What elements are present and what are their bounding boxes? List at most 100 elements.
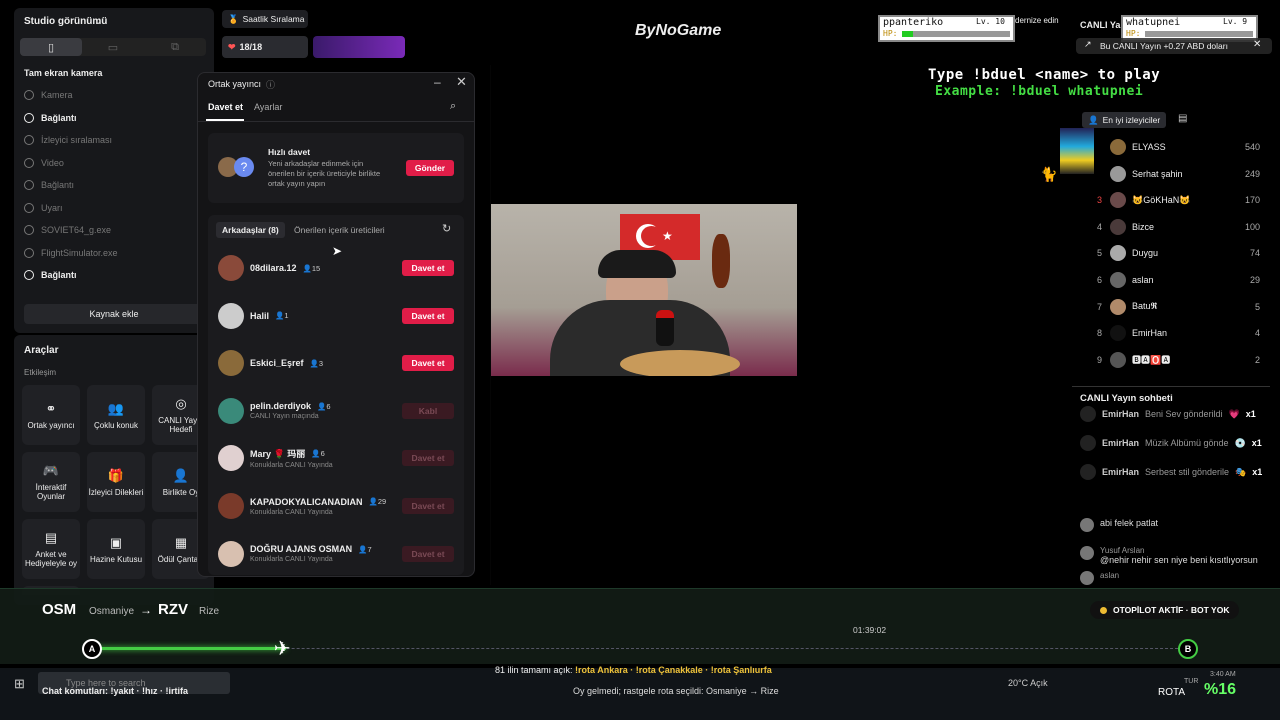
leaderboard-row[interactable]: 5 Duygu 74 xyxy=(1088,242,1260,264)
add-source-button[interactable]: Kaynak ekle xyxy=(24,304,204,324)
gift-counter[interactable]: ❤ 18/18 xyxy=(222,36,308,58)
invite-button[interactable]: Davet et xyxy=(402,450,454,467)
tool-button[interactable]: ⚭ Ortak yayıncı xyxy=(22,385,80,445)
source-label: Kamera xyxy=(41,90,73,101)
source-item[interactable]: İzleyici sıralaması xyxy=(14,129,200,152)
source-item[interactable]: Video xyxy=(14,152,200,175)
avatar xyxy=(1110,245,1126,262)
landscape-icon[interactable]: ▭ xyxy=(82,38,144,56)
language[interactable]: TUR xyxy=(1184,678,1198,685)
tool-button[interactable]: 👥 Çoklu konuk xyxy=(87,385,145,445)
notice-text: dernize edin xyxy=(1015,16,1059,25)
gift-icon: 💿 xyxy=(1234,437,1246,448)
ranking-label: Saatlik Sıralama xyxy=(242,14,305,24)
friend-name: 08dilara.12 👤15 xyxy=(250,263,320,273)
leaderboard-row[interactable]: 7 Batu𝕽 5 xyxy=(1088,296,1260,318)
send-button[interactable]: Gönder xyxy=(406,160,454,176)
leaderboard-row[interactable]: 8 EmirHan 4 xyxy=(1088,322,1260,344)
tab-suggested[interactable]: Önerilen içerik üreticileri xyxy=(294,225,385,235)
leaderboard-row[interactable]: Serhat şahin 249 xyxy=(1088,163,1260,185)
source-item[interactable]: Bağlantı xyxy=(14,107,200,130)
close-icon[interactable]: ✕ xyxy=(456,74,467,90)
invite-button[interactable]: Davet et xyxy=(402,545,454,562)
weather[interactable]: 20°C Açık xyxy=(1008,678,1048,688)
tab-settings[interactable]: Ayarlar xyxy=(254,102,282,112)
friend-row: DOĞRU AJANS OSMAN 👤7 Konuklarla CANLI Yayı… xyxy=(218,534,454,574)
tab-invite[interactable]: Davet et xyxy=(208,102,243,112)
hourly-ranking[interactable]: 🏅 Saatlik Sıralama xyxy=(222,10,308,28)
chat-text: abi felek patlat xyxy=(1100,518,1159,528)
status-dot-icon xyxy=(1100,606,1107,614)
arrow-icon: ↗ xyxy=(1084,39,1092,49)
invite-button[interactable]: Davet et xyxy=(402,260,454,276)
viewer-score: 4 xyxy=(1254,328,1260,339)
source-item[interactable]: Kamera xyxy=(14,84,200,107)
friend-name: Halil 👤1 xyxy=(250,311,289,321)
avatar xyxy=(1110,192,1126,209)
friend-name: pelin.derdiyok 👤6 xyxy=(250,401,331,411)
tab-friends[interactable]: Arkadaşlar (8) xyxy=(216,222,285,238)
hp-label: HP: xyxy=(1126,29,1141,38)
tools-grid: ⚭ Ortak yayıncı 👥 Çoklu konuk ◎ CANLI Yayın H… xyxy=(22,385,212,595)
source-item[interactable]: FlightSimulator.exe xyxy=(14,242,200,265)
source-item[interactable]: Bağlantı xyxy=(14,264,200,287)
windows-start-icon[interactable]: ⊞ xyxy=(14,676,25,692)
invite-button[interactable]: Davet et xyxy=(402,307,454,324)
tool-button[interactable]: 🎁 İzleyici Dilekleri xyxy=(87,452,145,512)
source-item[interactable]: Uyarı xyxy=(14,197,200,220)
tool-button[interactable]: ▣ Hazine Kutusu xyxy=(87,519,145,579)
top-viewers-tab[interactable]: 👤 En iyi izleyiciler xyxy=(1082,112,1167,128)
refresh-icon[interactable]: ↻ xyxy=(442,222,451,235)
divider xyxy=(198,121,474,122)
leaderboard-row[interactable]: 6 aslan 29 xyxy=(1088,269,1260,291)
list-icon[interactable]: ▤ xyxy=(1178,113,1187,124)
quick-invite-desc: Yeni arkadaşlar edinmek için önerilen bi… xyxy=(268,159,381,188)
invite-button[interactable]: Davet et xyxy=(402,355,454,372)
source-label: Bağlantı xyxy=(41,270,77,281)
leaderboard-row[interactable]: 4 Bizce 100 xyxy=(1088,216,1260,238)
from-code: OSM xyxy=(42,601,77,618)
friend-info: pelin.derdiyok 👤6 CANLI Yayın maçında xyxy=(250,401,331,420)
friend-info: Mary 🌹 玛丽 👤6 Konuklarla CANLI Yayında xyxy=(250,447,333,469)
clock[interactable]: 3:40 AM xyxy=(1210,671,1236,678)
leaderboard-row[interactable]: 3 😺GöKHaN😺 170 xyxy=(1088,189,1260,211)
fullscreen-camera[interactable]: Tam ekran kamera xyxy=(24,68,102,78)
source-label: Video xyxy=(41,157,64,168)
follower-count: 👤6 xyxy=(311,449,325,458)
studio-panel: Studio görünümü ⌄ ▯ ▭ ⧉ Tam ekran kamera… xyxy=(14,8,214,333)
leaderboard-row[interactable]: 9 🅱🅰🅾️🅰 2 xyxy=(1088,349,1260,371)
chat-text: Serbest stil gönderile xyxy=(1145,467,1230,477)
route-line2: Oy gelmedi; rastgele rota seçildi: Osman… xyxy=(573,686,779,696)
source-item[interactable]: SOVIET64_g.exe xyxy=(14,219,200,242)
chat-text: Beni Sev gönderildi xyxy=(1145,409,1223,419)
chat-text: @nehir nehir sen niye beni kısıtlıyorsun xyxy=(1100,555,1258,565)
help-icon[interactable]: ⓘ xyxy=(266,78,275,91)
tool-label: Anket ve Hediyeleyle oy xyxy=(24,550,78,568)
tool-button[interactable]: 🎮 İnteraktif Oyunlar xyxy=(22,452,80,512)
engagement-label: Etkileşim xyxy=(24,368,57,377)
source-item[interactable]: Bağlantı xyxy=(14,174,200,197)
avatar xyxy=(1080,518,1094,532)
player1-level: Lv. 10 xyxy=(976,17,1005,26)
friend-info: Eskici_Eşref 👤3 xyxy=(250,358,323,368)
rank: 7 xyxy=(1096,301,1102,312)
avatar xyxy=(1110,218,1126,235)
rota-label: ROTA xyxy=(1158,687,1186,698)
close-icon[interactable]: ✕ xyxy=(1253,39,1261,50)
top-viewers-label: En iyi izleyiciler xyxy=(1102,115,1161,125)
multi-icon[interactable]: ⧉ xyxy=(144,38,206,56)
chevron-down-icon[interactable]: ⌄ xyxy=(94,16,102,27)
leaderboard-row[interactable]: ELYASS 540 xyxy=(1088,136,1260,158)
portrait-icon[interactable]: ▯ xyxy=(20,38,82,56)
promo-banner[interactable] xyxy=(313,36,405,58)
invite-button[interactable]: Davet et xyxy=(402,498,454,514)
count-value: 15 xyxy=(311,263,321,273)
search-icon[interactable]: ⌕ xyxy=(450,100,456,113)
route-overlay: OSM Osmaniye → RZV Rize OTOPİLOT AKTİF ·… xyxy=(0,588,1280,664)
friend-name: KAPADOKYALICANADIAN 👤29 xyxy=(250,497,386,507)
tool-button[interactable]: ▤ Anket ve Hediyeleyle oy xyxy=(22,519,80,579)
invite-button[interactable]: Kabl xyxy=(402,402,454,419)
tool-icon: 👥 xyxy=(107,400,125,416)
minimize-icon[interactable]: – xyxy=(434,75,441,89)
source-label: Bağlantı xyxy=(41,112,77,123)
